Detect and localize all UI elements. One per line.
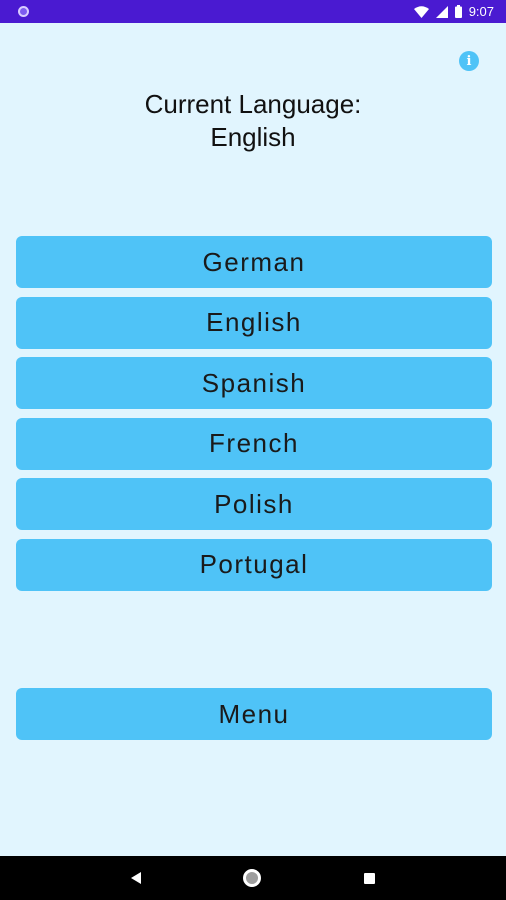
polish-button[interactable]: Polish: [16, 478, 492, 530]
spanish-button[interactable]: Spanish: [16, 357, 492, 409]
notification-dot-icon: [18, 6, 29, 17]
info-icon[interactable]: i: [459, 51, 479, 71]
status-left: [18, 6, 29, 17]
wifi-icon: [413, 5, 429, 18]
signal-icon: [435, 5, 448, 18]
status-time: 9:07: [468, 4, 494, 19]
status-right: 9:07: [413, 4, 494, 19]
english-button[interactable]: English: [16, 296, 492, 349]
home-icon[interactable]: [243, 869, 262, 887]
current-language-value: English: [210, 122, 296, 152]
app-screen: 9:07 i Current Language: English German …: [0, 0, 506, 900]
current-language-label: Current Language:: [144, 89, 362, 119]
menu-button[interactable]: Menu: [16, 688, 492, 740]
german-button[interactable]: German: [16, 236, 492, 288]
back-icon[interactable]: [131, 872, 142, 884]
status-bar: 9:07: [0, 0, 506, 23]
french-button[interactable]: French: [16, 417, 492, 470]
battery-icon: [454, 5, 462, 18]
portugal-button[interactable]: Portugal: [16, 538, 492, 591]
language-button-list: German English Spanish French Polish Por…: [16, 236, 492, 599]
current-language-heading: Current Language: English: [0, 88, 506, 154]
navigation-bar: [0, 856, 506, 900]
recents-icon[interactable]: [363, 872, 375, 884]
